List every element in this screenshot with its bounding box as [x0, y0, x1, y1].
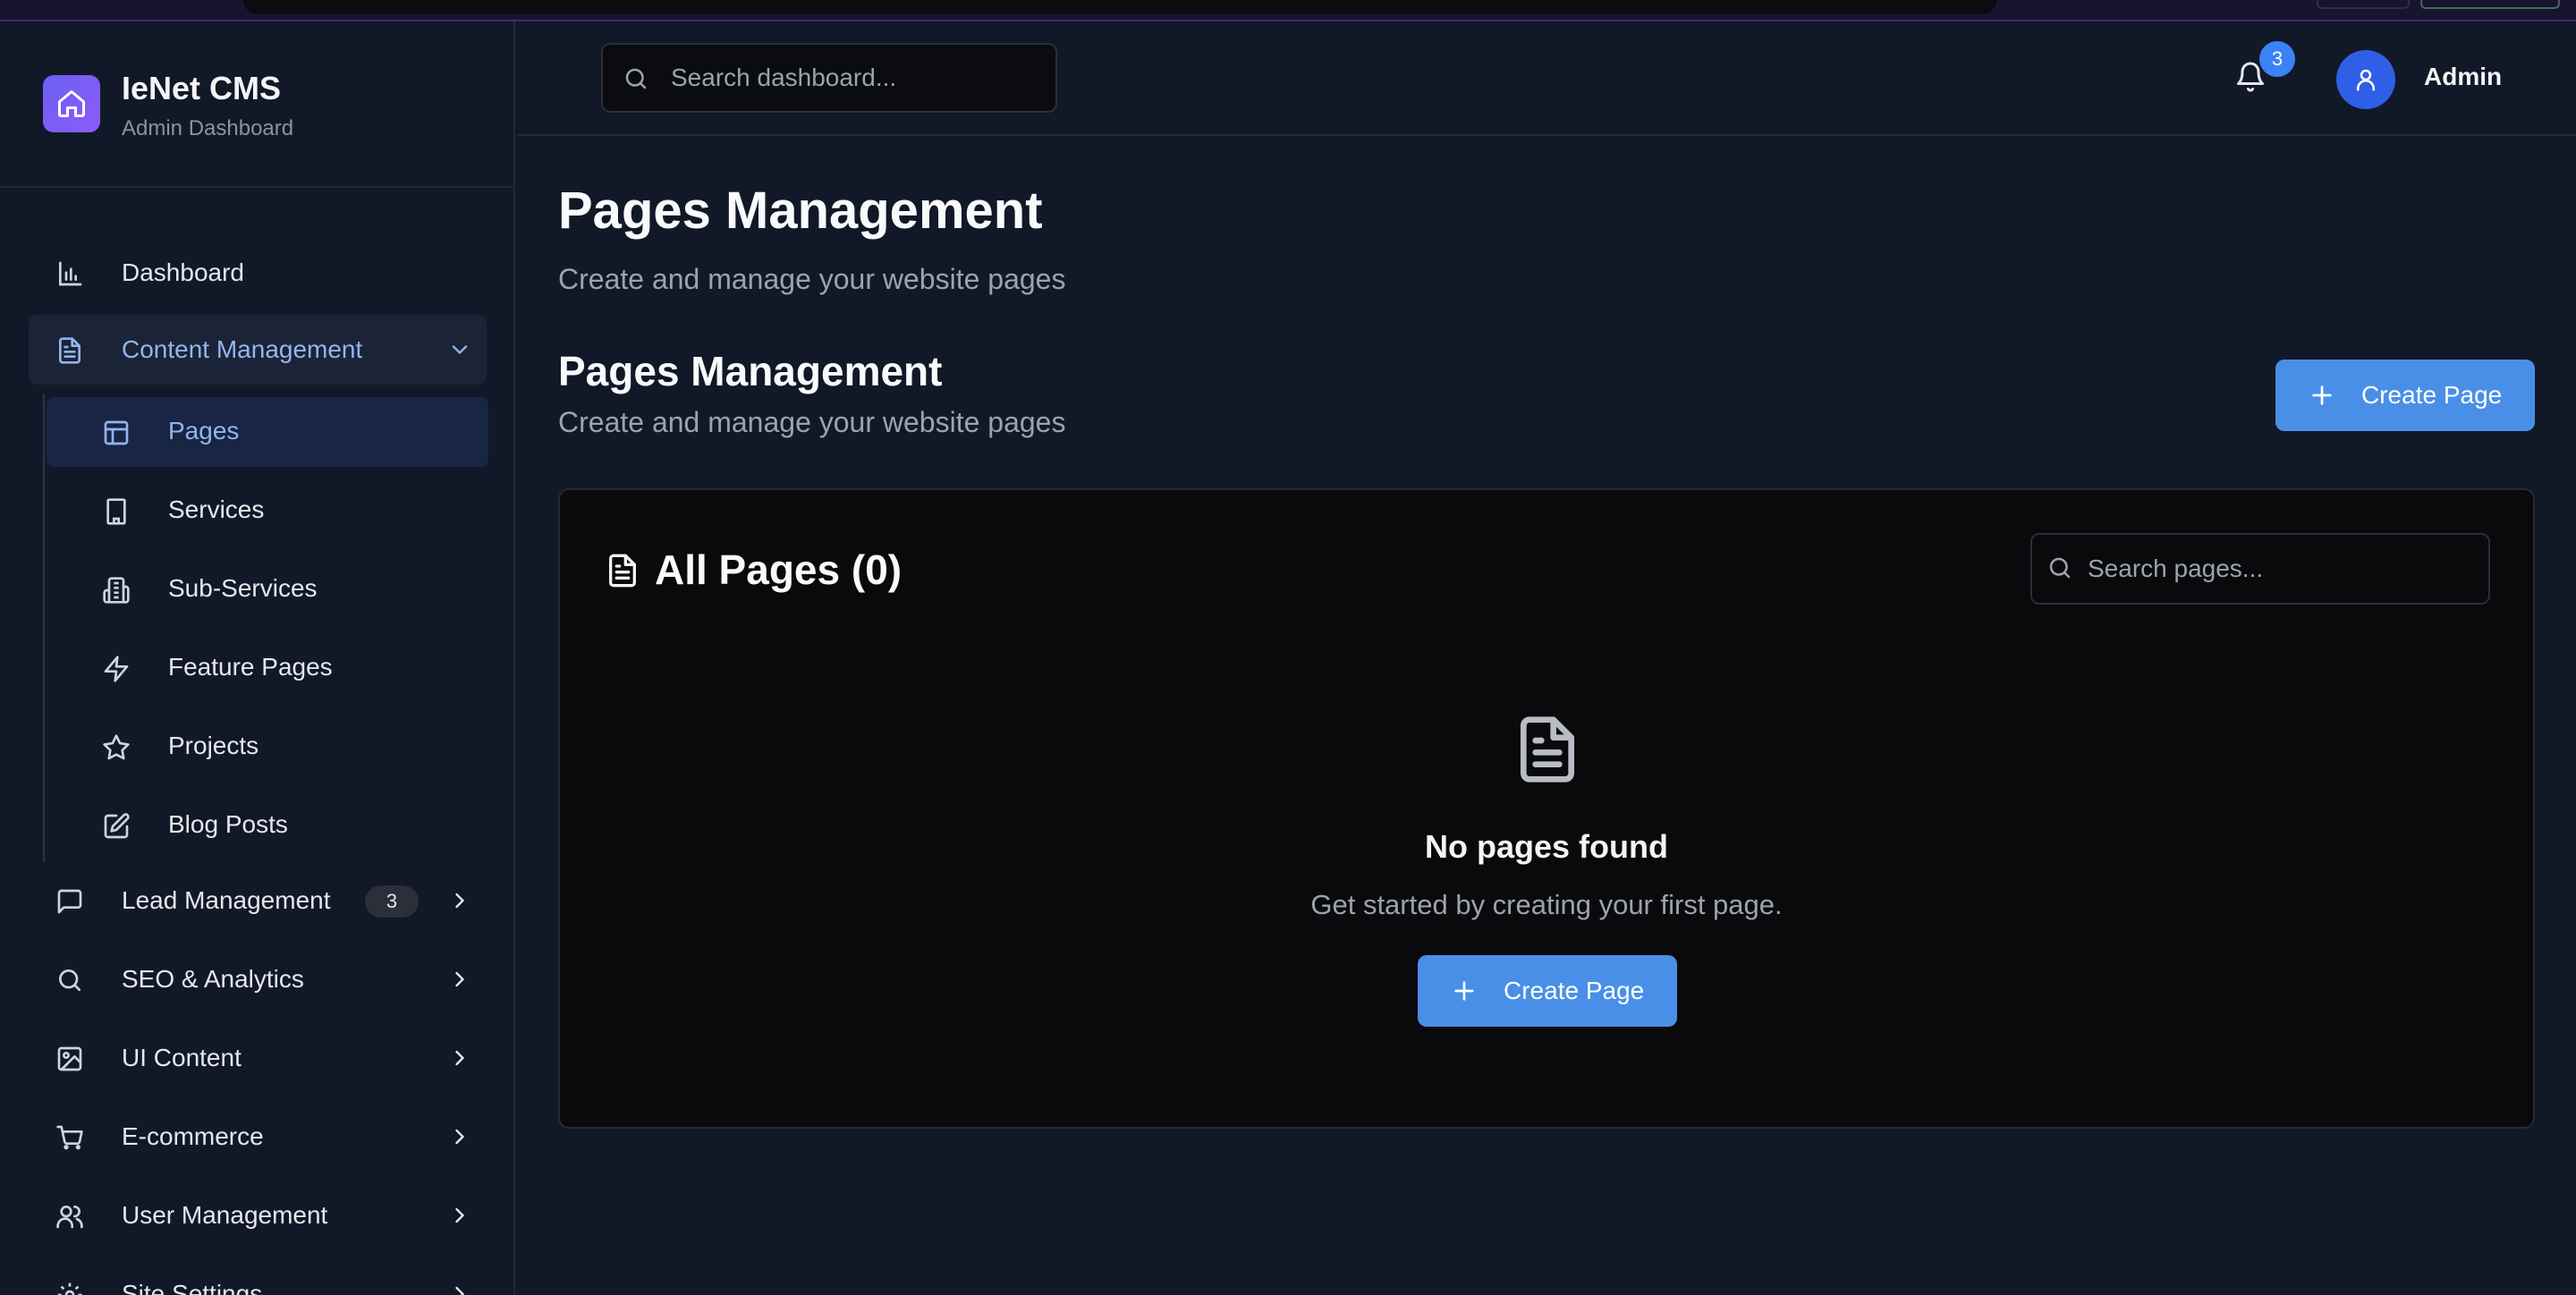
sidebar-item-blog-posts[interactable]: Blog Posts	[47, 791, 488, 860]
sidebar-item-feature-pages[interactable]: Feature Pages	[47, 633, 488, 703]
sidebar-item-services[interactable]: Services	[47, 476, 488, 546]
sidebar-item-lead-management[interactable]: Lead Management 3	[29, 866, 487, 935]
building-2-icon	[102, 576, 131, 605]
sidebar-item-seo-analytics[interactable]: SEO & Analytics	[29, 944, 487, 1014]
page-title: Pages Management	[558, 182, 1043, 240]
search-icon	[2046, 554, 2073, 581]
layout-icon	[102, 419, 131, 447]
chevron-down-icon[interactable]	[447, 337, 472, 362]
sidebar-item-projects[interactable]: Projects	[47, 712, 488, 782]
dashboard-search[interactable]	[601, 43, 1057, 113]
sidebar-item-sub-services[interactable]: Sub-Services	[47, 554, 488, 624]
brand-title: IeNet CMS	[122, 70, 282, 106]
search-input[interactable]	[671, 45, 1046, 111]
sidebar-item-label: Sub-Services	[168, 574, 318, 602]
browser-top-strip	[0, 0, 2576, 21]
file-text-icon	[605, 551, 640, 590]
brand: IeNet CMS Admin Dashboard	[0, 21, 513, 188]
image-icon	[55, 1045, 84, 1073]
settings-icon	[55, 1281, 84, 1295]
chevron-right-icon[interactable]	[447, 967, 472, 992]
sidebar-item-label: Blog Posts	[168, 810, 288, 838]
chevron-right-icon[interactable]	[447, 1203, 472, 1228]
building-icon	[102, 497, 131, 526]
file-text-icon	[55, 336, 84, 365]
search-icon	[55, 966, 84, 995]
sidebar-item-dashboard[interactable]: Dashboard	[29, 238, 487, 308]
sidebar-item-label: Lead Management	[122, 886, 331, 914]
users-icon	[55, 1202, 84, 1231]
plus-icon	[2308, 381, 2336, 410]
sidebar-item-label: Dashboard	[122, 258, 244, 286]
zap-icon	[102, 655, 131, 683]
sidebar-item-pages[interactable]: Pages	[47, 397, 488, 467]
sidebar-item-label: Services	[168, 495, 265, 523]
sidebar-item-label: SEO & Analytics	[122, 965, 304, 993]
sidebar-item-label: Site Settings	[122, 1280, 263, 1295]
sidebar: IeNet CMS Admin Dashboard Dashboard Cont…	[0, 21, 515, 1295]
lead-count-badge: 3	[365, 885, 419, 918]
bar-chart-icon	[55, 259, 84, 288]
create-first-page-button[interactable]: Create Page	[1418, 955, 1677, 1027]
edit-icon	[102, 812, 131, 841]
pages-search-input[interactable]	[2088, 535, 2481, 603]
sidebar-item-ui-content[interactable]: UI Content	[29, 1023, 487, 1093]
star-icon	[102, 733, 131, 762]
sidebar-item-site-settings[interactable]: Site Settings	[29, 1259, 487, 1295]
sidebar-item-label: Feature Pages	[168, 653, 333, 681]
sidebar-item-label: Projects	[168, 732, 259, 759]
search-icon	[623, 65, 649, 92]
section-title: Pages Management	[558, 348, 943, 394]
brand-subtitle: Admin Dashboard	[122, 116, 294, 140]
sidebar-item-user-management[interactable]: User Management	[29, 1181, 487, 1250]
message-square-icon	[55, 887, 84, 916]
all-pages-card: All Pages (0) No pages found Get started…	[558, 488, 2535, 1129]
top-header: 3 Admin	[517, 21, 2576, 136]
sidebar-item-label: UI Content	[122, 1044, 242, 1071]
chevron-right-icon[interactable]	[447, 1124, 472, 1149]
shopping-cart-icon	[55, 1123, 84, 1152]
sidebar-item-label: Content Management	[122, 335, 363, 363]
sidebar-item-label: E-commerce	[122, 1122, 264, 1150]
chevron-right-icon[interactable]	[447, 1282, 472, 1295]
sidebar-item-e-commerce[interactable]: E-commerce	[29, 1102, 487, 1172]
empty-state-subtitle: Get started by creating your first page.	[1310, 889, 1783, 920]
pages-search[interactable]	[2030, 533, 2490, 605]
top-strip-button-right	[2420, 0, 2560, 9]
create-page-label: Create Page	[2361, 381, 2503, 409]
create-page-button[interactable]: Create Page	[2275, 360, 2535, 431]
content-submenu: Pages Services Sub-Services Feature Page…	[43, 394, 488, 862]
empty-state-title: No pages found	[1425, 828, 1668, 865]
home-icon[interactable]	[43, 75, 100, 132]
section-subtitle: Create and manage your website pages	[558, 406, 1066, 438]
top-bar-shape	[243, 0, 1996, 14]
empty-file-icon	[1512, 708, 1583, 791]
sidebar-item-content-management[interactable]: Content Management	[29, 315, 487, 385]
chevron-right-icon[interactable]	[447, 888, 472, 913]
avatar[interactable]	[2336, 50, 2395, 109]
page-subtitle: Create and manage your website pages	[558, 263, 1066, 295]
user-name[interactable]: Admin	[2424, 63, 2502, 91]
sidebar-item-label: User Management	[122, 1201, 328, 1229]
chevron-right-icon[interactable]	[447, 1045, 472, 1071]
sidebar-item-label: Pages	[168, 417, 240, 444]
notification-badge: 3	[2259, 41, 2295, 77]
card-title: All Pages (0)	[655, 546, 902, 593]
create-page-label: Create Page	[1504, 977, 1645, 1004]
plus-icon	[1450, 977, 1479, 1005]
top-strip-button-left	[2317, 0, 2410, 9]
